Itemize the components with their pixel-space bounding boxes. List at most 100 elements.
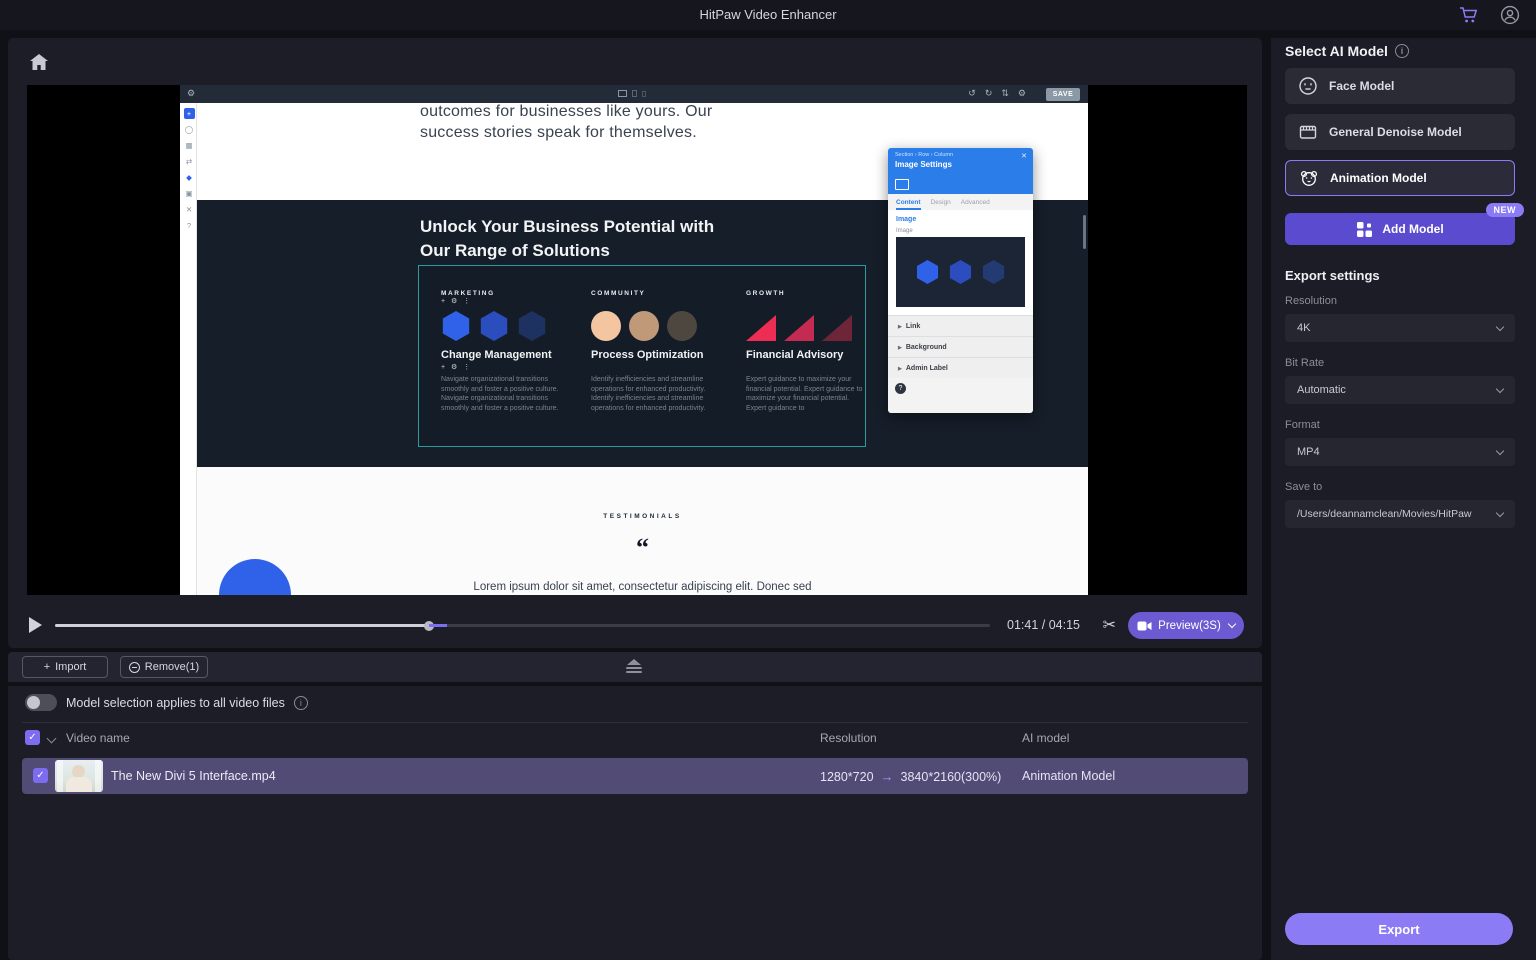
- remove-button[interactable]: Remove(1): [120, 656, 208, 678]
- testimonial-text: Lorem ipsum dolor sit amet, consectetur …: [197, 581, 1088, 593]
- builder-device-icons: [618, 90, 646, 97]
- player-controls: 01:41 / 04:15 ✂ Preview(3S): [8, 604, 1262, 648]
- column-title: Process Optimization: [591, 349, 723, 361]
- new-badge: NEW: [1486, 203, 1525, 217]
- settings-icon: ⚙: [1018, 88, 1026, 99]
- save-to-select[interactable]: /Users/deannamclean/Movies/HitPaw: [1285, 500, 1515, 528]
- play-button[interactable]: [29, 617, 42, 633]
- column-eyebrow: GROWTH: [746, 290, 878, 297]
- close-rail-icon: ✕: [184, 204, 195, 215]
- header-ai-model: AI model: [1022, 731, 1069, 745]
- triangle-shapes: [746, 311, 878, 341]
- cart-icon[interactable]: [1458, 5, 1480, 25]
- cursor-icon: ◆: [184, 172, 195, 183]
- modal-close-icon: ✕: [1021, 152, 1027, 160]
- hexagon-shape: [517, 311, 547, 341]
- module-controls: + ⚙ ⋮: [441, 363, 573, 371]
- collapse-panel-handle[interactable]: [625, 659, 643, 673]
- apply-all-toggle[interactable]: [25, 694, 57, 711]
- time-display: 01:41 / 04:15: [1007, 618, 1080, 632]
- toggle-label: Model selection applies to all video fil…: [66, 696, 285, 710]
- module-controls: + ⚙ ⋮: [441, 297, 573, 305]
- queue-panel: Model selection applies to all video fil…: [8, 686, 1262, 960]
- builder-save-button: SAVE: [1046, 88, 1080, 101]
- seek-progress: [55, 624, 429, 627]
- circle-shape: [629, 311, 659, 341]
- add-model-button[interactable]: Add Model: [1285, 213, 1515, 245]
- preview-hexagon: [949, 260, 973, 284]
- table-row[interactable]: The New Divi 5 Interface.mp4 1280*720 → …: [22, 758, 1248, 794]
- modal-image-preview: [896, 237, 1025, 307]
- film-icon: [1298, 122, 1318, 142]
- hexagon-shape: [441, 311, 471, 341]
- column-community: COMMUNITY Process Optimization Identify …: [591, 290, 723, 413]
- builder-gear-icon: ⚙: [187, 88, 195, 99]
- modal-tabs: Content Design Advanced: [888, 194, 1033, 210]
- info-icon[interactable]: [1395, 44, 1409, 58]
- resolution-label: Resolution: [1285, 295, 1337, 307]
- bitrate-select[interactable]: Automatic: [1285, 376, 1515, 404]
- row-video-name: The New Divi 5 Interface.mp4: [111, 769, 276, 783]
- chevron-down-icon[interactable]: [1228, 620, 1236, 628]
- model-toggle-row: Model selection applies to all video fil…: [25, 694, 308, 711]
- info-icon[interactable]: [294, 696, 308, 710]
- grid-plus-icon: [1356, 221, 1373, 238]
- preview-panel: ⚙ ↺ ↻ ⇅ ⚙ SAVE + ◯ ▦ ⇄ ◆ ▣: [8, 38, 1262, 648]
- bear-icon: [1299, 168, 1319, 188]
- general-denoise-model-button[interactable]: General Denoise Model: [1285, 114, 1515, 150]
- account-icon[interactable]: [1500, 5, 1520, 25]
- video-stage[interactable]: ⚙ ↺ ↻ ⇅ ⚙ SAVE + ◯ ▦ ⇄ ◆ ▣: [27, 85, 1247, 595]
- face-model-button[interactable]: Face Model: [1285, 68, 1515, 104]
- circle-shape: [591, 311, 621, 341]
- home-icon[interactable]: [30, 54, 48, 70]
- modal-image-label: Image: [888, 225, 1033, 237]
- header-resolution: Resolution: [820, 731, 877, 745]
- modal-help-icon: ?: [895, 383, 906, 394]
- testimonials-eyebrow: TESTIMONIALS: [197, 513, 1088, 520]
- import-button[interactable]: + Import: [22, 656, 108, 678]
- export-settings-title: Export settings: [1285, 268, 1380, 283]
- trim-scissors-icon[interactable]: ✂: [1103, 615, 1116, 635]
- circle-shape: [667, 311, 697, 341]
- tab-content: Content: [896, 199, 921, 210]
- webpage-testimonials-section: TESTIMONIALS “ Lorem ipsum dolor sit ame…: [197, 467, 1088, 595]
- chevron-down-icon[interactable]: [47, 734, 57, 744]
- format-label: Format: [1285, 419, 1320, 431]
- column-title: Change Management: [441, 349, 573, 361]
- save-to-label: Save to: [1285, 481, 1322, 493]
- modal-row-link: ▶Link: [888, 315, 1033, 336]
- row-checkbox[interactable]: [33, 768, 48, 783]
- column-growth: GROWTH Financial Advisory Expert guidanc…: [746, 290, 878, 413]
- right-sidebar: Select AI Model Face Model General Denoi…: [1271, 38, 1536, 960]
- modal-header: Section › Row › Column Image Settings ✕: [888, 148, 1033, 194]
- arrow-right-icon: →: [881, 769, 894, 784]
- video-thumbnail: [55, 760, 103, 792]
- hexagon-shapes: [441, 311, 573, 341]
- preview-button[interactable]: Preview(3S): [1128, 612, 1244, 639]
- resolution-select[interactable]: 4K: [1285, 314, 1515, 342]
- layers-icon: ▣: [184, 188, 195, 199]
- import-strip: + Import Remove(1): [8, 652, 1262, 682]
- face-icon: [1298, 76, 1318, 96]
- page-scrollbar: [1083, 215, 1086, 249]
- chevron-down-icon: [1496, 446, 1504, 454]
- seek-bar[interactable]: [55, 624, 990, 627]
- bitrate-label: Bit Rate: [1285, 357, 1324, 369]
- format-select[interactable]: MP4: [1285, 438, 1515, 466]
- header-video-name: Video name: [66, 731, 130, 745]
- row-resolution: 1280*720 → 3840*2160(300%): [820, 769, 1001, 784]
- help-rail-icon: ?: [184, 220, 195, 231]
- export-button[interactable]: Export: [1285, 913, 1513, 945]
- swap-icon: ⇄: [184, 156, 195, 167]
- triangle-shape: [822, 315, 852, 341]
- chevron-down-icon: [1496, 508, 1504, 516]
- animation-model-button[interactable]: Animation Model: [1285, 160, 1515, 196]
- webpage-intro-text: outcomes for businesses like yours. Our …: [420, 101, 722, 143]
- preview-button-label: Preview(3S): [1158, 620, 1221, 632]
- titlebar: HitPaw Video Enhancer: [0, 0, 1536, 30]
- zoom-icon: ◯: [184, 124, 195, 135]
- column-body: Navigate organizational transitions smoo…: [441, 375, 565, 413]
- quote-icon: “: [197, 533, 1088, 563]
- select-all-checkbox[interactable]: [25, 730, 40, 745]
- seek-thumb[interactable]: [424, 621, 434, 631]
